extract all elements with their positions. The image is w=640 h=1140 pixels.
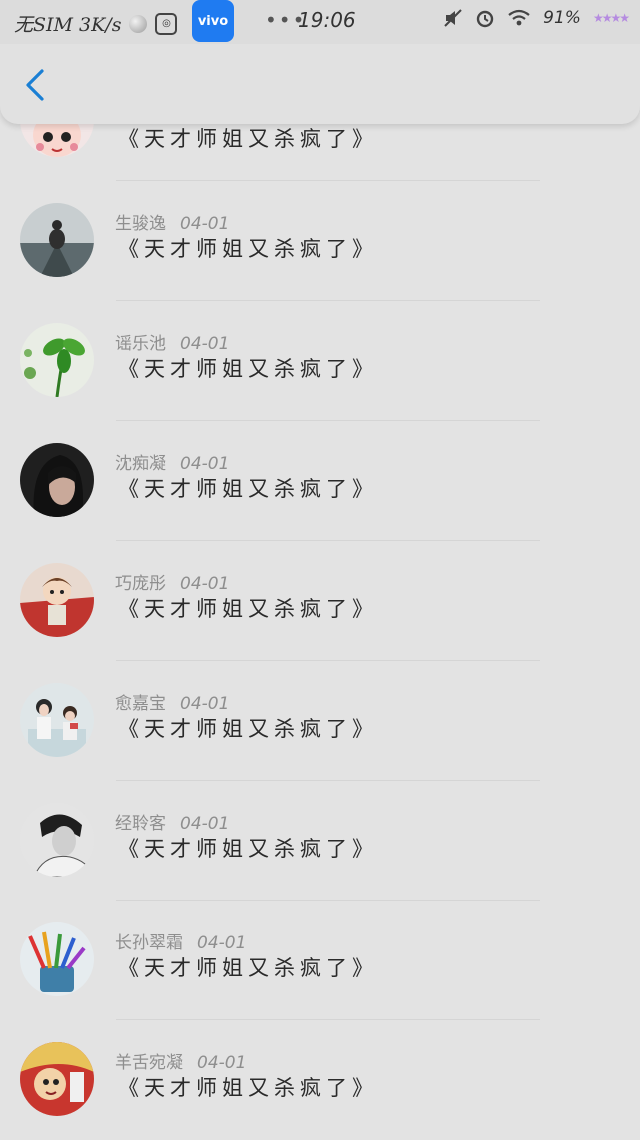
notification-icon: [129, 14, 148, 33]
comment-meta: 羊舌宛凝 04-01: [115, 1048, 246, 1073]
bw-portrait-avatar[interactable]: [20, 803, 94, 877]
mute-icon: [444, 9, 462, 27]
back-button[interactable]: [18, 66, 52, 104]
comment-meta: 谣乐池 04-01: [115, 329, 229, 354]
comment-text: 《天才师姐又杀疯了》: [118, 717, 378, 741]
user-name: 沈痴凝: [115, 454, 166, 474]
list-item[interactable]: 巧庞彤 04-01 《天才师姐又杀疯了》: [0, 541, 640, 661]
comment-date: 04-01: [180, 334, 230, 354]
battery-text: 91%: [543, 8, 581, 28]
comment-text: 《天才师姐又杀疯了》: [118, 127, 378, 151]
comment-date: 04-01: [180, 454, 230, 474]
comment-text: 《天才师姐又杀疯了》: [118, 837, 378, 861]
comment-date: 04-01: [180, 214, 230, 234]
comment-text: 《天才师姐又杀疯了》: [118, 237, 378, 261]
cartoon-boy-avatar[interactable]: [20, 563, 94, 637]
clock: 19:06: [298, 8, 356, 32]
app-notification-icon: ◎: [155, 12, 178, 35]
clover-photo-avatar[interactable]: [20, 323, 94, 397]
comment-date: 04-01: [197, 1053, 247, 1073]
comment-text: 《天才师姐又杀疯了》: [118, 956, 378, 980]
list-item[interactable]: 沈痴凝 04-01 《天才师姐又杀疯了》: [0, 421, 640, 541]
status-right: 91% ★★★★: [443, 8, 630, 28]
comment-meta: 巧庞彤 04-01: [115, 569, 229, 594]
comment-text: 《天才师姐又杀疯了》: [118, 477, 378, 501]
status-left: 无SIM 3K/s ◎: [14, 10, 178, 37]
pencils-avatar[interactable]: [20, 922, 94, 996]
carrier-text: 无SIM 3K/s: [14, 14, 122, 36]
user-name: 长孙翠霜: [115, 933, 183, 953]
comment-meta: 长孙翠霜 04-01: [115, 928, 246, 953]
comment-meta: 沈痴凝 04-01: [115, 449, 229, 474]
two-girls-avatar[interactable]: [20, 683, 94, 757]
comment-date: 04-01: [180, 814, 230, 834]
wifi-icon: [508, 9, 530, 26]
comment-meta: 经聆客 04-01: [115, 809, 229, 834]
list-item[interactable]: 长孙翠霜 04-01 《天才师姐又杀疯了》: [0, 900, 640, 1020]
user-name: 羊舌宛凝: [115, 1053, 183, 1073]
comment-date: 04-01: [180, 574, 230, 594]
user-name: 谣乐池: [115, 334, 166, 354]
decor-stars-icon: ★★★★: [592, 11, 630, 25]
status-bar: 无SIM 3K/s ◎ vivo ••• 19:06 91% ★★★★: [0, 0, 640, 44]
comment-list: 《天才师姐又杀疯了》 生骏逸 04-01 《天才师姐又杀疯了》 谣乐池 04-0…: [0, 0, 640, 1138]
comment-text: 《天才师姐又杀疯了》: [118, 357, 378, 381]
comment-meta: 生骏逸 04-01: [115, 209, 229, 234]
cartoon-red-avatar[interactable]: [20, 1042, 94, 1116]
alarm-icon: [476, 10, 494, 28]
chevron-left-icon: [26, 69, 44, 101]
comment-text: 《天才师姐又杀疯了》: [118, 1076, 378, 1100]
comment-text: 《天才师姐又杀疯了》: [118, 597, 378, 621]
vivo-badge: vivo: [192, 0, 234, 42]
user-name: 经聆客: [115, 814, 166, 834]
list-item[interactable]: 生骏逸 04-01 《天才师姐又杀疯了》: [0, 181, 640, 301]
boat-photo-avatar[interactable]: [20, 203, 94, 277]
user-name: 巧庞彤: [115, 574, 166, 594]
comment-date: 04-01: [197, 933, 247, 953]
list-item[interactable]: 愈嘉宝 04-01 《天才师姐又杀疯了》: [0, 661, 640, 781]
list-item[interactable]: 谣乐池 04-01 《天才师姐又杀疯了》: [0, 301, 640, 421]
user-name: 生骏逸: [115, 214, 166, 234]
top-navbar: [0, 44, 640, 124]
comment-date: 04-01: [180, 694, 230, 714]
user-name: 愈嘉宝: [115, 694, 166, 714]
comment-meta: 愈嘉宝 04-01: [115, 689, 229, 714]
list-item[interactable]: 经聆客 04-01 《天才师姐又杀疯了》: [0, 781, 640, 901]
dark-portrait-avatar[interactable]: [20, 443, 94, 517]
list-item[interactable]: 羊舌宛凝 04-01 《天才师姐又杀疯了》: [0, 1020, 640, 1140]
